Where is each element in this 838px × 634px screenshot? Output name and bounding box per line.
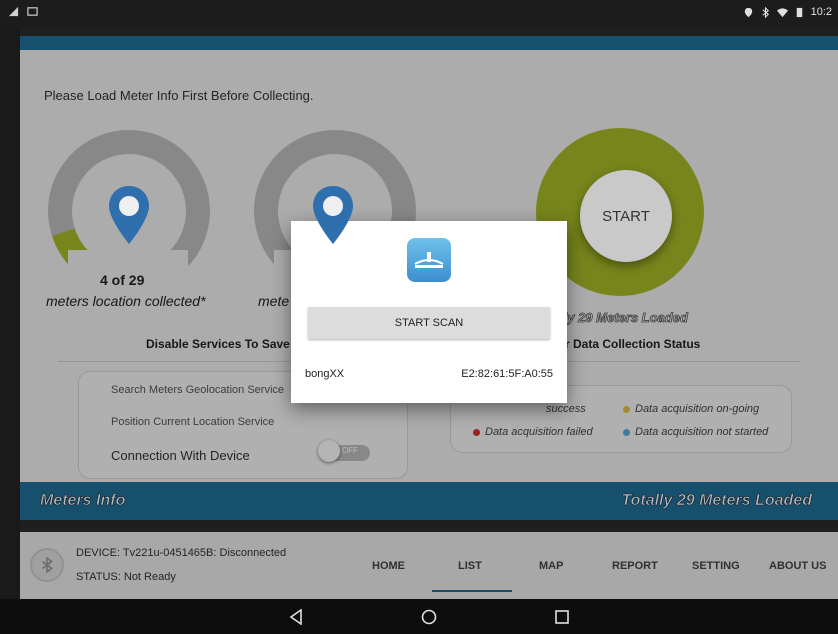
device-list-item-name[interactable]: bongXX <box>305 368 344 380</box>
back-icon[interactable] <box>289 609 303 625</box>
battery-icon <box>796 7 802 17</box>
start-button[interactable]: START <box>580 170 672 262</box>
scan-dialog: START SCAN bongXX E2:82:61:5F:A0:55 <box>291 221 567 403</box>
app-icon <box>407 238 451 282</box>
location-icon <box>744 7 752 17</box>
start-scan-button[interactable]: START SCAN <box>308 307 550 339</box>
system-nav-bar <box>0 599 838 634</box>
status-time: 10:2 <box>810 6 832 18</box>
location-pin-icon <box>109 186 149 244</box>
device-list-item-mac[interactable]: E2:82:61:5F:A0:55 <box>461 368 553 380</box>
wifi-icon <box>776 7 788 17</box>
signal-icon <box>8 6 19 17</box>
image-icon <box>27 7 38 16</box>
location-pin-icon <box>313 186 353 244</box>
recents-icon[interactable] <box>555 610 569 624</box>
home-icon[interactable] <box>421 609 437 625</box>
status-bar: 10:2 <box>0 0 838 26</box>
bluetooth-icon <box>761 6 769 18</box>
